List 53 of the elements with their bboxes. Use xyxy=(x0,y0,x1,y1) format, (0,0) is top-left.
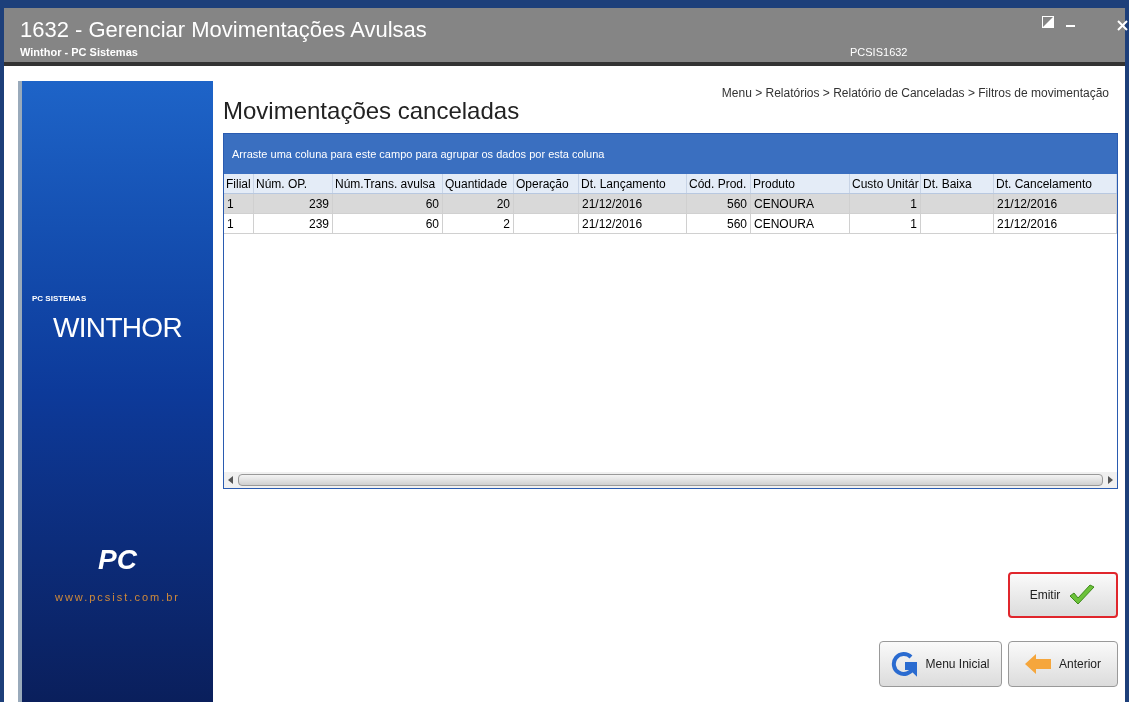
group-by-hint: Arraste uma coluna para este campo para agrupar os dados por esta coluna xyxy=(232,146,605,162)
brand-logo: WINTHOR xyxy=(53,311,182,345)
company-logo: PC xyxy=(98,543,137,577)
table-cell: CENOURA xyxy=(751,214,850,233)
column-header[interactable]: Núm.Trans. avulsa xyxy=(333,174,443,193)
close-icon[interactable] xyxy=(1117,20,1128,31)
scroll-left-icon[interactable] xyxy=(228,476,234,484)
table-cell: 20 xyxy=(443,194,514,213)
left-arrow-icon xyxy=(1025,654,1051,674)
breadcrumb: Menu > Relatórios > Relatório de Canceladas > Filtros de movimentação xyxy=(721,85,1109,102)
checkmark-icon xyxy=(1068,584,1097,606)
website-link[interactable]: www.pcsist.com.br xyxy=(54,589,181,606)
scroll-right-icon[interactable] xyxy=(1107,476,1113,484)
minimize-icon[interactable] xyxy=(1066,24,1075,28)
column-header[interactable]: Filial xyxy=(224,174,254,193)
scrollbar-thumb[interactable] xyxy=(238,474,1103,486)
column-header[interactable]: Quantidade xyxy=(443,174,514,193)
table-cell: 560 xyxy=(687,194,751,213)
table-cell: 21/12/2016 xyxy=(994,194,1117,213)
program-code: PCSIS1632 xyxy=(850,45,908,60)
column-header[interactable]: Custo Unitár xyxy=(850,174,921,193)
restore-icon[interactable] xyxy=(1042,16,1054,28)
brand-tagline: PC SISTEMAS xyxy=(32,293,87,305)
page-heading: Movimentações canceladas xyxy=(223,96,520,126)
column-header[interactable]: Núm. OP. xyxy=(254,174,333,193)
window-title: 1632 - Gerenciar Movimentações Avulsas xyxy=(20,18,427,42)
emit-button[interactable]: Emitir xyxy=(1008,572,1118,618)
table-cell: 1 xyxy=(224,194,254,213)
column-header[interactable]: Cód. Prod. xyxy=(687,174,751,193)
table-cell: CENOURA xyxy=(751,194,850,213)
table-cell: 1 xyxy=(224,214,254,233)
table-cell: 60 xyxy=(333,194,443,213)
table-cell: 560 xyxy=(687,214,751,233)
table-cell: 239 xyxy=(254,194,333,213)
table-cell: 21/12/2016 xyxy=(579,194,687,213)
column-header[interactable]: Dt. Baixa xyxy=(921,174,994,193)
back-button[interactable]: Anterior xyxy=(1008,641,1118,687)
column-header[interactable]: Dt. Lançamento xyxy=(579,174,687,193)
table-cell: 239 xyxy=(254,214,333,233)
table-cell: 1 xyxy=(850,194,921,213)
table-cell: 21/12/2016 xyxy=(994,214,1117,233)
table-cell: 1 xyxy=(850,214,921,233)
table-cell: 21/12/2016 xyxy=(579,214,687,233)
table-cell: 2 xyxy=(443,214,514,233)
home-button[interactable]: Menu Inicial xyxy=(879,641,1002,687)
column-header[interactable]: Dt. Cancelamento xyxy=(994,174,1117,193)
window-subtitle: Winthor - PC Sistemas xyxy=(20,45,139,60)
column-header[interactable]: Produto xyxy=(751,174,850,193)
column-header[interactable]: Operação xyxy=(514,174,579,193)
horizontal-scrollbar[interactable] xyxy=(224,472,1117,488)
table-row[interactable]: 1 239 60 2 21/12/2016 560 CENOURA 1 21/12/2016 xyxy=(224,214,1117,234)
table-row[interactable]: 1 239 60 20 21/12/2016 560 CENOURA 1 21/12/2016 xyxy=(224,194,1117,214)
table-cell: 60 xyxy=(333,214,443,233)
